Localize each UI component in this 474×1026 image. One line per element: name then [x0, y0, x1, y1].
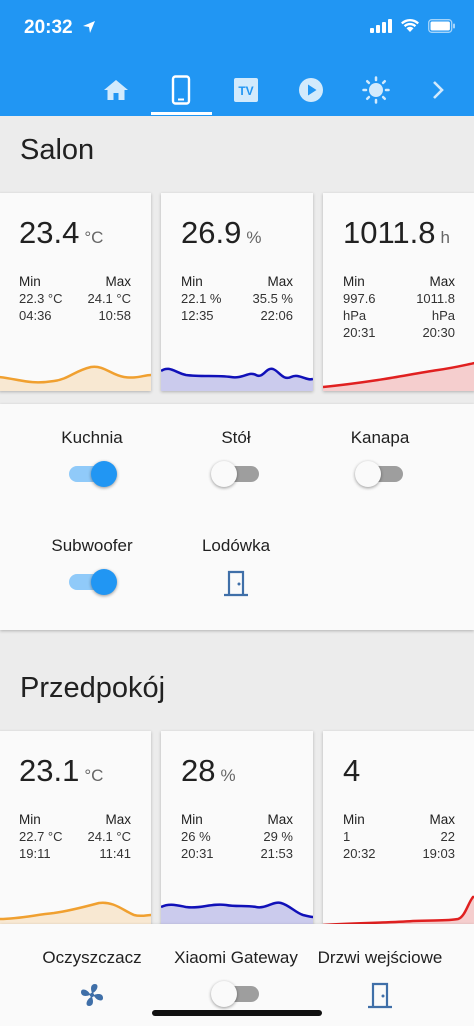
sensor-card-illuminance[interactable]: 4 Min Max 1 22 20:32 19:03: [323, 731, 474, 929]
switch-kanapa[interactable]: Kanapa: [310, 428, 450, 487]
section-title-salon: Salon: [20, 134, 95, 166]
chevron-right-icon: [433, 81, 444, 99]
switch-subwoofer[interactable]: Subwoofer: [22, 536, 162, 595]
toggle-subwoofer[interactable]: [69, 569, 117, 595]
sparkline: [161, 901, 313, 929]
sensor-stats: Min Max 1 22 20:32 19:03: [343, 812, 455, 861]
active-tab-indicator: [151, 112, 212, 115]
sparkline: [161, 367, 313, 391]
sensor-card-humidity[interactable]: 28% Min Max 26 % 29 % 20:31 21:53: [161, 731, 313, 929]
entity-oczyszczacz[interactable]: Oczyszczacz: [22, 948, 162, 1010]
sensor-card-temperature[interactable]: 23.4 °C Min Max 22.3 °C 24.1 °C 04:36 10:58: [0, 193, 151, 391]
tab-media[interactable]: [281, 64, 341, 116]
switch-xiaomi-gateway[interactable]: Xiaomi Gateway: [166, 948, 306, 1007]
sensor-value: 4: [343, 753, 361, 788]
sensor-stats: Min Max 997.6 1011.8 hPa hPa 20:31 20:30: [343, 274, 455, 340]
status-time: 20:32: [24, 17, 73, 38]
toggle-xiaomi-gateway[interactable]: [211, 981, 259, 1007]
toggle-stol[interactable]: [211, 461, 259, 487]
entity-label: Xiaomi Gateway: [174, 948, 298, 967]
tab-home[interactable]: [86, 64, 146, 116]
tab-weather[interactable]: [346, 64, 406, 116]
sparkline: [0, 901, 151, 929]
sun-icon: [362, 76, 390, 104]
tab-bar: TV: [0, 64, 474, 116]
sensor-card-humidity[interactable]: 26.9% Min Max 22.1 % 35.5 % 12:35 22:06: [161, 193, 313, 391]
phone-icon: [171, 75, 191, 105]
sensor-value: 23.1 °C: [19, 753, 104, 788]
sensor-value: 26.9%: [181, 215, 262, 250]
wifi-icon: [401, 18, 419, 32]
sparkline: [323, 895, 474, 929]
tab-tv[interactable]: TV: [216, 64, 276, 116]
tab-phone[interactable]: [151, 64, 211, 116]
battery-icon: [428, 18, 455, 33]
sensor-stats: Min Max 22.3 °C 24.1 °C 04:36 10:58: [19, 274, 131, 323]
section-title-przedpokoj: Przedpokój: [20, 672, 166, 704]
fan-icon: [81, 984, 103, 1006]
home-indicator[interactable]: [152, 1010, 322, 1016]
toggle-kanapa[interactable]: [355, 461, 403, 487]
toggle-kuchnia[interactable]: [69, 461, 117, 487]
sensor-value: 28%: [181, 753, 236, 788]
switch-kuchnia[interactable]: Kuchnia: [22, 428, 162, 487]
door-icon: [224, 570, 248, 597]
svg-text:TV: TV: [238, 84, 253, 98]
entity-label: Lodówka: [201, 536, 271, 555]
home-icon: [104, 80, 128, 100]
entity-label: Drzwi wejściowe: [317, 948, 443, 967]
play-icon: [299, 78, 323, 102]
entity-label: Kanapa: [350, 428, 410, 447]
sensor-value: 23.4 °C: [19, 215, 104, 250]
sensor-stats: Min Max 22.7 °C 24.1 °C 19:11 11:41: [19, 812, 131, 861]
sensor-card-temperature[interactable]: 23.1 °C Min Max 22.7 °C 24.1 °C 19:11 11:41: [0, 731, 151, 929]
sensor-stats: Min Max 22.1 % 35.5 % 12:35 22:06: [181, 274, 293, 323]
entity-label: Subwoofer: [51, 536, 133, 555]
app-header: 20:32 TV: [0, 0, 474, 116]
sparkline: [323, 361, 474, 391]
status-indicators: [370, 18, 456, 33]
sensor-stats: Min Max 26 % 29 % 20:31 21:53: [181, 812, 293, 861]
location-arrow-icon: [83, 21, 95, 33]
entity-label: Oczyszczacz: [42, 948, 142, 967]
switch-stol[interactable]: Stół: [166, 428, 306, 487]
sensor-card-pressure[interactable]: 1011.8 h Min Max 997.6 1011.8 hPa hPa 20:31 2…: [323, 193, 474, 391]
entity-label: Kuchnia: [61, 428, 123, 447]
sensor-drzwi-wejsciowe[interactable]: Drzwi wejściowe: [310, 948, 450, 1010]
tv-icon: TV: [234, 78, 258, 102]
sensor-value: 1011.8 h: [343, 215, 450, 250]
signal-icon: [370, 18, 392, 33]
salon-switches-panel: Kuchnia Stół Kanapa Subwoofer Lodówka: [0, 404, 474, 630]
door-icon: [368, 982, 392, 1009]
entity-label: Stół: [221, 428, 251, 447]
sensor-lodowka[interactable]: Lodówka: [166, 536, 306, 598]
sparkline: [0, 365, 151, 391]
tab-more[interactable]: [408, 64, 468, 116]
